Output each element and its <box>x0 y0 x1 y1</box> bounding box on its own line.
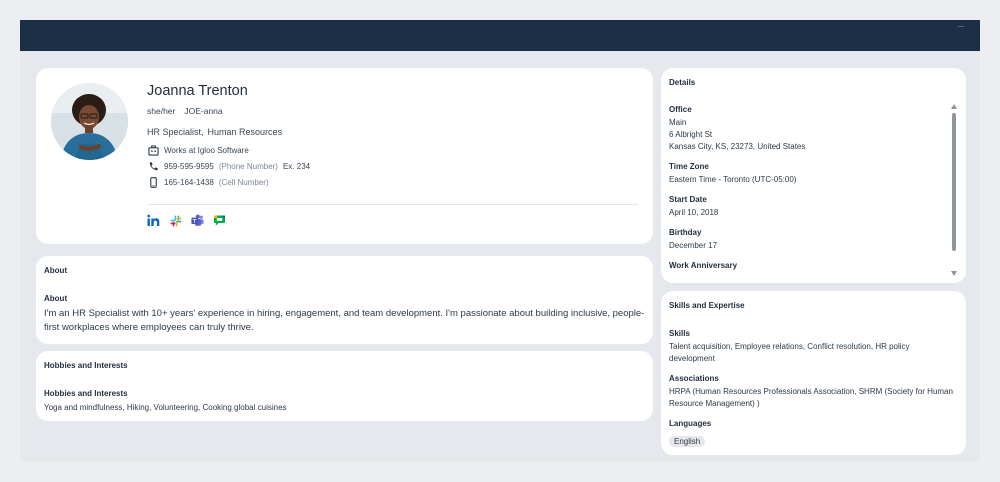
timezone-block: Time Zone Eastern Time - Toronto (UTC-05… <box>669 162 949 186</box>
office-name: Main <box>669 118 687 127</box>
scrollbar-thumb[interactable] <box>952 113 956 251</box>
office-label: Office <box>669 105 692 114</box>
app-frame: Joanna Trenton she/her JOE-anna HR Specia… <box>20 20 980 462</box>
hobbies-text: Yoga and mindfulness, Hiking, Volunteeri… <box>44 403 287 412</box>
work-anniversary-label: Work Anniversary <box>669 261 738 270</box>
timezone-label: Time Zone <box>669 162 709 171</box>
about-section-title: About <box>44 266 68 275</box>
company-row: Works at Igloo Software <box>147 144 249 156</box>
cell-number[interactable]: 165-164-1438 <box>164 178 214 187</box>
details-section-title: Details <box>669 78 696 87</box>
skills-section-title: Skills and Expertise <box>669 301 745 310</box>
avatar <box>51 83 128 160</box>
mobile-phone-icon <box>147 176 159 188</box>
language-chip: English <box>669 436 706 447</box>
name-pronunciation: JOE-anna <box>184 106 223 116</box>
profile-card: Joanna Trenton she/her JOE-anna HR Specia… <box>36 68 653 244</box>
building-icon <box>147 144 159 156</box>
start-date-block: Start Date April 10, 2018 <box>669 195 949 219</box>
company: Works at Igloo Software <box>164 145 249 155</box>
languages-label: Languages <box>669 419 712 428</box>
associations-value: HRPA (Human Resources Professionals Asso… <box>669 387 953 408</box>
phone-extension: Ex. 234 <box>282 161 311 171</box>
phone-number-label: (Phone Number) <box>218 161 278 171</box>
timezone-value: Eastern Time - Toronto (UTC-05:00) <box>669 175 797 184</box>
office-city: Kansas City, KS, 23273, United States <box>669 142 806 151</box>
birthday-value: December 17 <box>669 241 718 250</box>
phone-number[interactable]: 959-595-9595 <box>164 162 214 171</box>
languages-block: Languages English <box>669 419 954 449</box>
cell-number-label: (Cell Number) <box>218 177 269 187</box>
work-anniversary-block: Work Anniversary <box>669 261 949 270</box>
skills-label: Skills <box>669 329 690 338</box>
office-block: Office Main 6 Albright St Kansas City, K… <box>669 105 949 153</box>
scroll-down-arrow-icon[interactable] <box>951 271 957 276</box>
details-list: Office Main 6 Albright St Kansas City, K… <box>669 105 949 279</box>
about-text: I'm an HR Specialist with 10+ years' exp… <box>44 308 645 333</box>
cell-row: 165-164-1438 (Cell Number) <box>147 176 269 188</box>
pronouns: she/her <box>147 106 176 116</box>
hobbies-section-title: Hobbies and Interests <box>44 361 128 370</box>
skills-card: Skills and Expertise Skills Talent acqui… <box>661 291 966 455</box>
details-scrollbar[interactable] <box>950 104 958 276</box>
google-chat-icon[interactable] <box>213 214 226 227</box>
profile-name: Joanna Trenton <box>147 83 248 99</box>
about-card: About About I'm an HR Specialist with 10… <box>36 256 653 344</box>
phone-row: 959-595-9595 (Phone Number) Ex. 234 <box>147 160 310 172</box>
profile-divider <box>147 204 638 205</box>
phone-icon <box>147 160 159 172</box>
hobbies-label: Hobbies and Interests <box>44 389 128 398</box>
associations-label: Associations <box>669 374 719 383</box>
department[interactable]: Human Resources <box>208 127 283 137</box>
birthday-block: Birthday December 17 <box>669 228 949 252</box>
start-date-label: Start Date <box>669 195 707 204</box>
skills-block: Skills Talent acquisition, Employee rela… <box>669 329 954 365</box>
linkedin-icon[interactable] <box>147 214 160 227</box>
skills-value: Talent acquisition, Employee relations, … <box>669 342 910 363</box>
scroll-up-arrow-icon[interactable] <box>951 104 957 109</box>
slack-icon[interactable] <box>169 214 182 227</box>
associations-block: Associations HRPA (Human Resources Profe… <box>669 374 954 410</box>
skills-list: Skills Talent acquisition, Employee rela… <box>669 329 954 458</box>
profile-meta: she/her JOE-anna <box>147 106 223 116</box>
birthday-label: Birthday <box>669 228 702 237</box>
start-date-value: April 10, 2018 <box>669 208 719 217</box>
avatar-photo <box>51 83 128 160</box>
minimize-icon[interactable] <box>958 26 964 27</box>
office-street: 6 Albright St <box>669 130 713 139</box>
about-label: About <box>44 294 68 303</box>
job-title-line: HR Specialist, Human Resources <box>147 127 282 137</box>
teams-icon[interactable] <box>191 214 204 227</box>
details-card: Details Office Main 6 Albright St Kansas… <box>661 68 966 283</box>
job-title: HR Specialist, <box>147 127 204 137</box>
hobbies-card: Hobbies and Interests Hobbies and Intere… <box>36 351 653 421</box>
social-links <box>147 214 226 227</box>
top-navigation-bar <box>20 20 980 51</box>
